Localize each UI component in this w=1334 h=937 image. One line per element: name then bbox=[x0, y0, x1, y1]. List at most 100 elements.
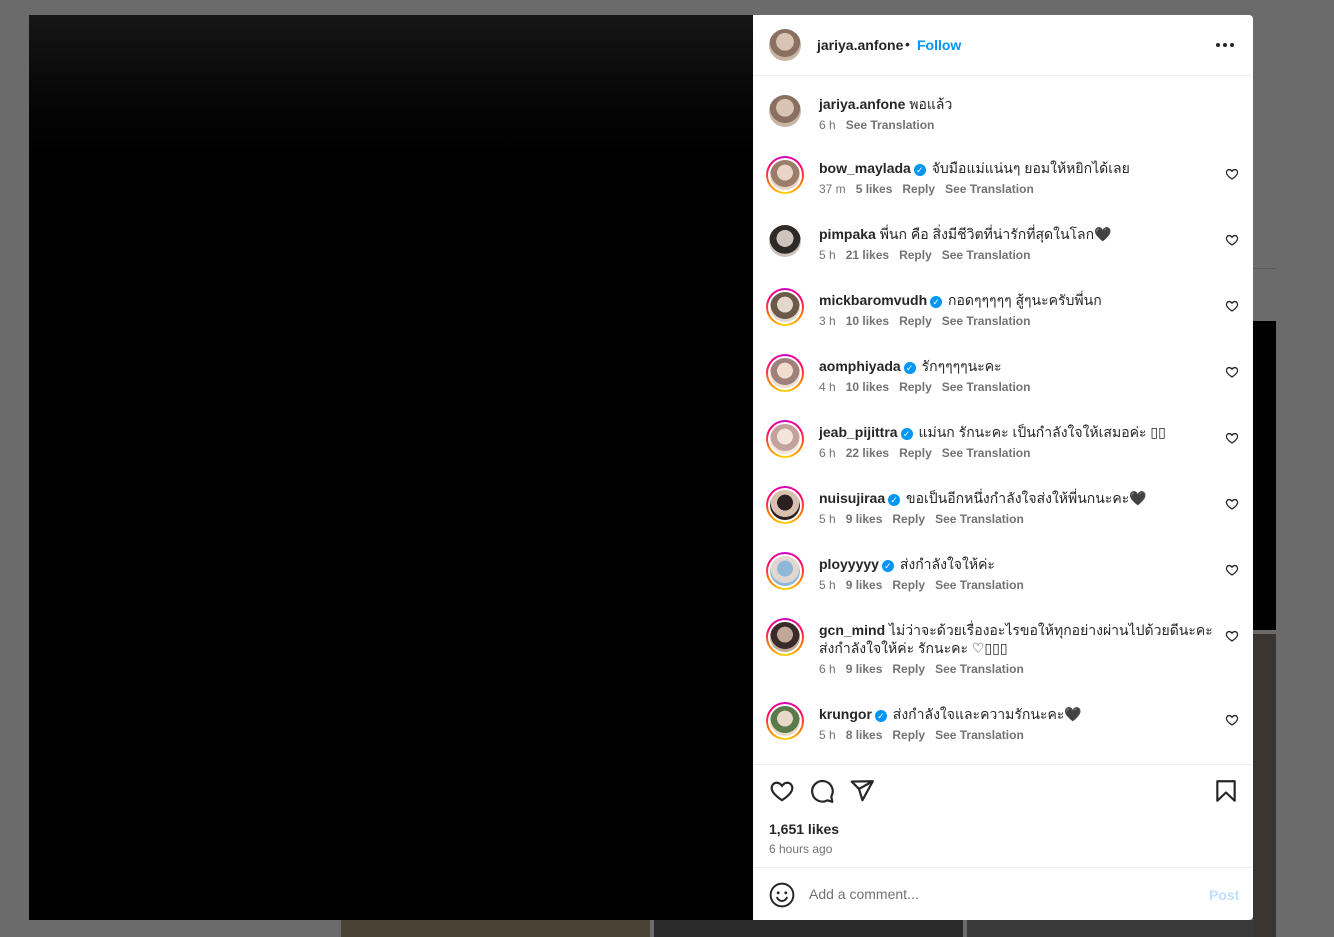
story-ring[interactable] bbox=[766, 420, 804, 458]
comment-likes[interactable]: 9 likes bbox=[846, 662, 883, 676]
background-post-tile bbox=[967, 920, 1253, 937]
story-ring[interactable] bbox=[766, 552, 804, 590]
comment-text-block: aomphiyada ✓ รักๆๆๆๆนะคะ bbox=[819, 357, 1219, 375]
comment-like-icon[interactable] bbox=[1225, 713, 1239, 727]
comment-likes[interactable]: 10 likes bbox=[846, 380, 889, 394]
commenter-username[interactable]: nuisujiraa bbox=[819, 490, 885, 506]
like-icon[interactable] bbox=[769, 778, 795, 804]
see-translation-link[interactable]: See Translation bbox=[935, 728, 1024, 742]
story-ring[interactable] bbox=[766, 288, 804, 326]
commenter-avatar[interactable] bbox=[770, 490, 800, 520]
story-ring[interactable] bbox=[766, 354, 804, 392]
commenter-username[interactable]: bow_maylada bbox=[819, 160, 911, 176]
comment-like-icon[interactable] bbox=[1225, 563, 1239, 577]
commenter-avatar[interactable] bbox=[770, 622, 800, 652]
story-ring[interactable] bbox=[766, 156, 804, 194]
reply-button[interactable]: Reply bbox=[892, 512, 925, 526]
comment-like-icon[interactable] bbox=[1225, 299, 1239, 313]
reply-button[interactable]: Reply bbox=[902, 182, 935, 196]
commenter-avatar[interactable] bbox=[770, 292, 800, 322]
see-translation-link[interactable]: See Translation bbox=[942, 248, 1031, 262]
verified-badge-icon: ✓ bbox=[903, 362, 916, 374]
commenter-username[interactable]: krungor bbox=[819, 706, 872, 722]
commenter-avatar[interactable] bbox=[769, 225, 801, 257]
commenter-username[interactable]: gcn_mind bbox=[819, 622, 885, 638]
comment-like-icon[interactable] bbox=[1225, 365, 1239, 379]
reply-button[interactable]: Reply bbox=[892, 728, 925, 742]
comment-text-block: jeab_pijittra ✓ แม่นก รักนะคะ เป็นกำลังใจ… bbox=[819, 423, 1219, 441]
reply-button[interactable]: Reply bbox=[899, 446, 932, 460]
commenter-username[interactable]: aomphiyada bbox=[819, 358, 901, 374]
commenter-username[interactable]: jeab_pijittra bbox=[819, 424, 898, 440]
comment-text-block: pimpaka พี่นก คือ สิ่งมีชีวิตที่น่ารักที… bbox=[819, 225, 1219, 243]
commenter-username[interactable]: ployyyyy bbox=[819, 556, 879, 572]
comment-like-icon[interactable] bbox=[1225, 497, 1239, 511]
comment-time: 37 m bbox=[819, 182, 846, 196]
comments-list[interactable]: jariya.anfone พอแล้ว 6 h See Translation … bbox=[753, 76, 1253, 764]
emoji-icon[interactable] bbox=[769, 882, 795, 908]
comment-like-icon[interactable] bbox=[1225, 167, 1239, 181]
post-detail-panel: jariya.anfone • Follow jariya.anfone พอแ… bbox=[753, 15, 1253, 920]
see-translation-link[interactable]: See Translation bbox=[945, 182, 1034, 196]
post-actions: 1,651 likes 6 hours ago bbox=[753, 764, 1253, 868]
background-divider bbox=[1253, 268, 1276, 269]
comment-time: 3 h bbox=[819, 314, 836, 328]
reply-button[interactable]: Reply bbox=[899, 314, 932, 328]
likes-count[interactable]: 1,651 likes bbox=[769, 821, 839, 837]
comment-likes[interactable]: 8 likes bbox=[846, 728, 883, 742]
story-ring[interactable] bbox=[766, 618, 804, 656]
commenter-avatar[interactable] bbox=[770, 706, 800, 736]
comment-text: กอดๆๆๆๆๆ สู้ๆนะครับพี่นก bbox=[948, 292, 1102, 308]
follow-button[interactable]: Follow bbox=[917, 37, 961, 53]
comment-like-icon[interactable] bbox=[1225, 233, 1239, 247]
reply-button[interactable]: Reply bbox=[892, 662, 925, 676]
comment-likes[interactable]: 22 likes bbox=[846, 446, 889, 460]
commenter-avatar[interactable] bbox=[770, 556, 800, 586]
more-options-icon[interactable] bbox=[1213, 30, 1237, 60]
comment-input[interactable] bbox=[809, 882, 1189, 906]
reply-button[interactable]: Reply bbox=[892, 578, 925, 592]
comment-like-icon[interactable] bbox=[1225, 431, 1239, 445]
commenter-username[interactable]: pimpaka bbox=[819, 226, 876, 242]
comment-text-block: nuisujiraa ✓ ขอเป็นอีกหนึ่งกำลังใจส่งให้พ… bbox=[819, 489, 1219, 507]
comment-text-block: ployyyyy ✓ ส่งกำลังใจให้ค่ะ bbox=[819, 555, 1219, 573]
commenter-avatar[interactable] bbox=[770, 160, 800, 190]
story-ring[interactable] bbox=[766, 702, 804, 740]
story-ring[interactable] bbox=[766, 486, 804, 524]
see-translation-link[interactable]: See Translation bbox=[935, 662, 1024, 676]
author-avatar[interactable] bbox=[769, 29, 801, 61]
commenter-avatar[interactable] bbox=[770, 424, 800, 454]
comment-likes[interactable]: 10 likes bbox=[846, 314, 889, 328]
comment-text: ขอเป็นอีกหนึ่งกำลังใจส่งให้พี่นกนะคะ🖤 bbox=[906, 490, 1147, 506]
author-username[interactable]: jariya.anfone bbox=[817, 37, 903, 53]
comment-text-block: gcn_mind ไม่ว่าจะด้วยเรื่องอะไรขอให้ทุกอ… bbox=[819, 621, 1219, 657]
background-post-tile bbox=[341, 920, 650, 937]
comment-time: 5 h bbox=[819, 248, 836, 262]
caption-avatar[interactable] bbox=[769, 95, 801, 127]
comment-icon[interactable] bbox=[809, 778, 835, 804]
post-media[interactable] bbox=[29, 15, 753, 920]
comment-likes[interactable]: 9 likes bbox=[846, 578, 883, 592]
save-bookmark-icon[interactable] bbox=[1213, 778, 1239, 804]
commenter-avatar[interactable] bbox=[770, 358, 800, 388]
see-translation-link[interactable]: See Translation bbox=[846, 118, 935, 132]
comment-likes[interactable]: 9 likes bbox=[846, 512, 883, 526]
comment-text: ส่งกำลังใจและความรักนะคะ🖤 bbox=[892, 706, 1082, 722]
share-icon[interactable] bbox=[849, 778, 875, 804]
see-translation-link[interactable]: See Translation bbox=[935, 512, 1024, 526]
verified-badge-icon: ✓ bbox=[913, 164, 926, 176]
comment-like-icon[interactable] bbox=[1225, 629, 1239, 643]
see-translation-link[interactable]: See Translation bbox=[942, 446, 1031, 460]
see-translation-link[interactable]: See Translation bbox=[935, 578, 1024, 592]
comment-likes[interactable]: 21 likes bbox=[846, 248, 889, 262]
caption-username[interactable]: jariya.anfone bbox=[819, 96, 905, 112]
post-timestamp[interactable]: 6 hours ago bbox=[769, 842, 832, 856]
comment-likes[interactable]: 5 likes bbox=[856, 182, 893, 196]
commenter-username[interactable]: mickbaromvudh bbox=[819, 292, 927, 308]
reply-button[interactable]: Reply bbox=[899, 248, 932, 262]
see-translation-link[interactable]: See Translation bbox=[942, 380, 1031, 394]
reply-button[interactable]: Reply bbox=[899, 380, 932, 394]
see-translation-link[interactable]: See Translation bbox=[942, 314, 1031, 328]
separator-dot: • bbox=[905, 36, 910, 52]
post-comment-button[interactable]: Post bbox=[1209, 887, 1239, 903]
